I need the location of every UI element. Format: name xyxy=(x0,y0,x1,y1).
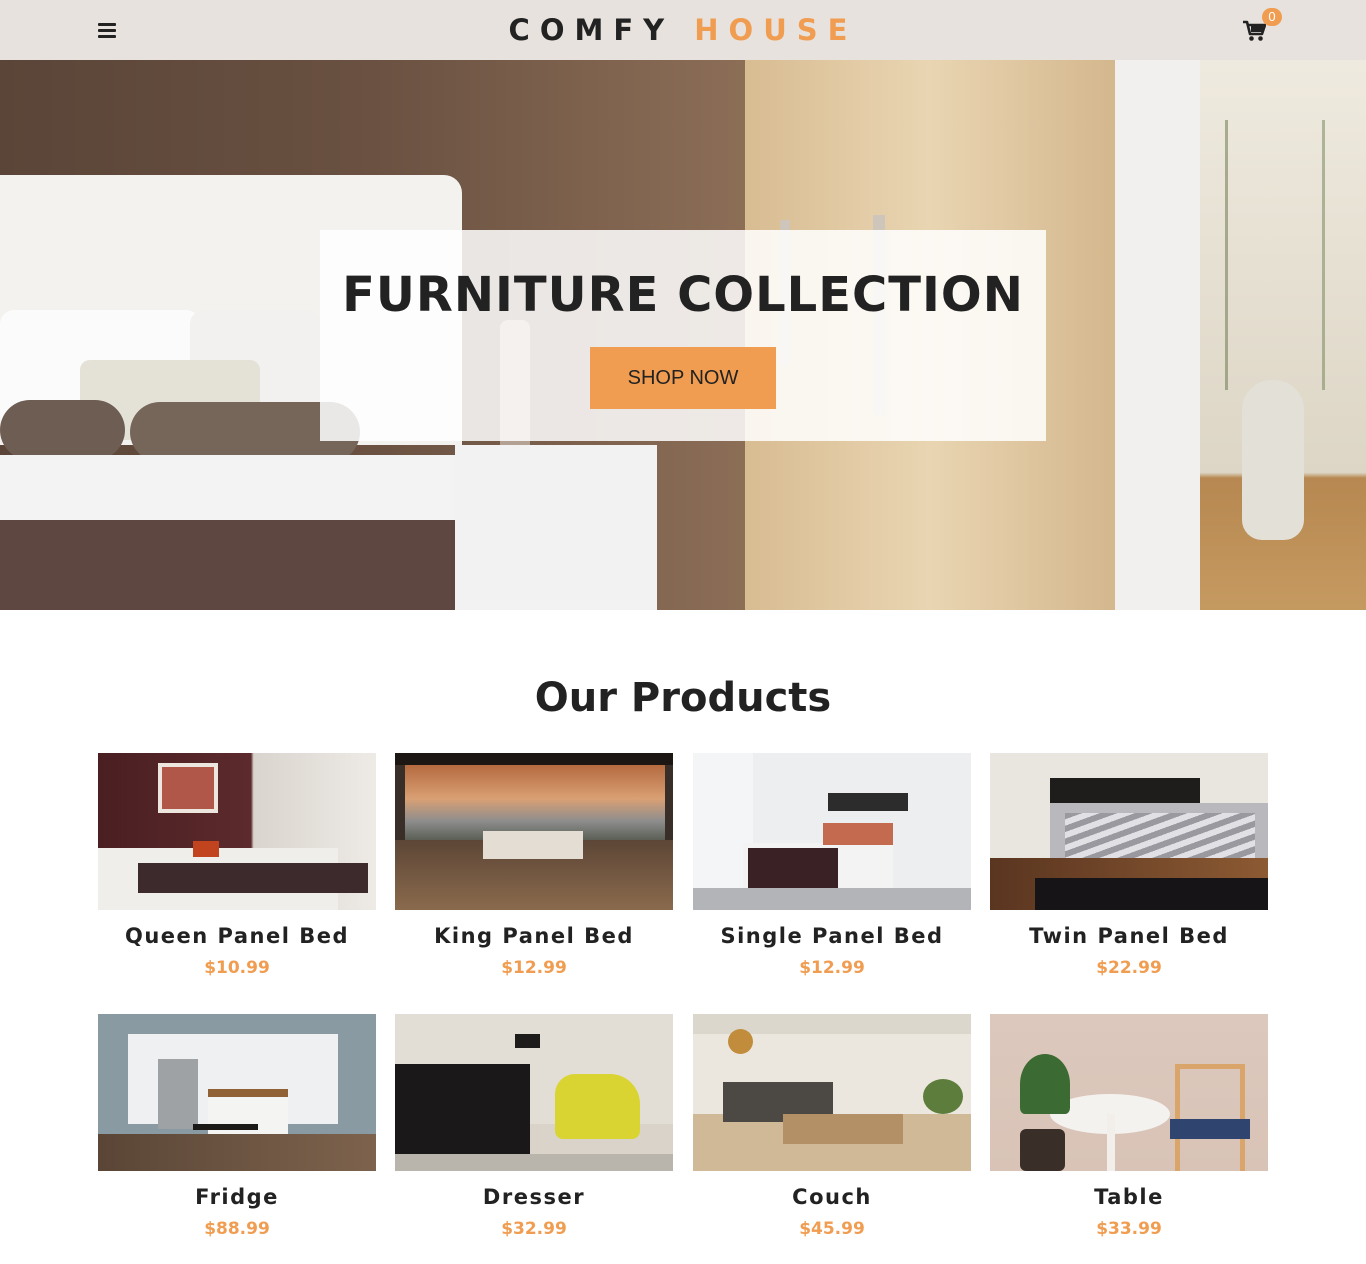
product-image[interactable] xyxy=(693,753,971,910)
product-card: King Panel Bed $12.99 xyxy=(395,753,673,993)
hero-image-vase xyxy=(1242,380,1304,540)
product-price: $33.99 xyxy=(1096,1219,1162,1239)
product-price: $45.99 xyxy=(799,1219,865,1239)
brand-logo: COMFY HOUSE xyxy=(0,10,1366,50)
product-card: Fridge $88.99 xyxy=(98,1014,376,1254)
hero-banner: FURNITURE COLLECTION SHOP NOW xyxy=(320,230,1046,441)
cart-icon xyxy=(1243,20,1266,41)
cart-count-badge: 0 xyxy=(1262,8,1282,26)
product-image[interactable] xyxy=(990,1014,1268,1171)
product-card: Twin Panel Bed $22.99 xyxy=(990,753,1268,993)
product-name: Fridge xyxy=(195,1185,279,1209)
product-price: $88.99 xyxy=(204,1219,270,1239)
product-price: $32.99 xyxy=(501,1219,567,1239)
cart-button[interactable]: 0 xyxy=(1242,8,1282,48)
product-image[interactable] xyxy=(395,753,673,910)
product-name: Twin Panel Bed xyxy=(1029,924,1229,948)
product-card: Table $33.99 xyxy=(990,1014,1268,1254)
product-price: $12.99 xyxy=(799,958,865,978)
product-card: Couch $45.99 xyxy=(693,1014,971,1254)
hero-image-nightstand xyxy=(455,445,657,610)
product-name: Couch xyxy=(792,1185,872,1209)
section-title: Our Products xyxy=(534,675,832,721)
product-image[interactable] xyxy=(98,1014,376,1171)
hero-section: FURNITURE COLLECTION SHOP NOW xyxy=(0,60,1366,610)
product-price: $10.99 xyxy=(204,958,270,978)
product-card: Queen Panel Bed $10.99 xyxy=(98,753,376,993)
product-card: Dresser $32.99 xyxy=(395,1014,673,1254)
product-image[interactable] xyxy=(395,1014,673,1171)
product-price: $12.99 xyxy=(501,958,567,978)
brand-second-word: HOUSE xyxy=(694,13,858,47)
hero-title: FURNITURE COLLECTION xyxy=(342,267,1024,323)
product-image[interactable] xyxy=(98,753,376,910)
hero-image-plant xyxy=(1225,120,1325,390)
product-name: King Panel Bed xyxy=(434,924,634,948)
product-name: Dresser xyxy=(482,1185,586,1209)
product-image[interactable] xyxy=(693,1014,971,1171)
product-card: Single Panel Bed $12.99 xyxy=(693,753,971,993)
product-name: Table xyxy=(1094,1185,1164,1209)
product-image[interactable] xyxy=(990,753,1268,910)
product-name: Single Panel Bed xyxy=(720,924,944,948)
navbar: COMFY HOUSE 0 xyxy=(0,0,1366,60)
shop-now-button[interactable]: SHOP NOW xyxy=(590,347,776,409)
product-name: Queen Panel Bed xyxy=(124,924,350,948)
product-price: $22.99 xyxy=(1096,958,1162,978)
brand-first-word: COMFY xyxy=(508,13,675,47)
